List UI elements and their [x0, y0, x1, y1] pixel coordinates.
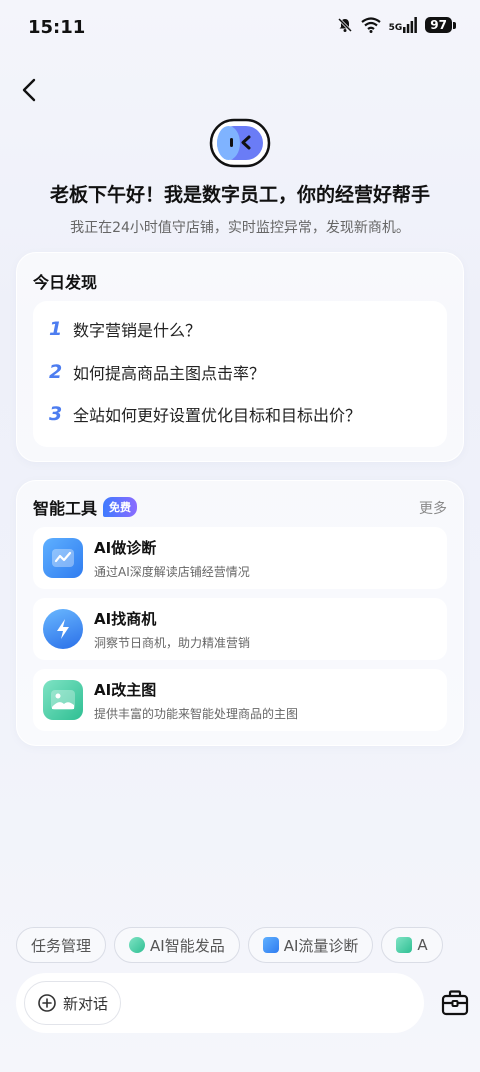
chart-diagnosis-icon — [43, 538, 83, 578]
chip-task-management[interactable]: 任务管理 — [16, 927, 107, 963]
greeting-subtitle: 我正在24小时值守店铺，实时监控异常，发现新商机。 — [70, 220, 410, 236]
new-chat-button[interactable]: 新对话 — [24, 981, 122, 1025]
tools-header: 智能工具 免费 — [33, 495, 138, 519]
question-text: 全站如何更好设置优化目标和目标出价？ — [73, 406, 362, 425]
today-discover-card: 今日发现 1 数字营销是什么？ 2 如何提高商品主图点击率？ 3 全站如何更好设… — [16, 252, 464, 462]
back-button[interactable] — [16, 74, 48, 106]
add-chat-icon — [38, 994, 56, 1012]
smart-tools-card: 智能工具 免费 更多 AI做诊断 通过AI深度解读店铺经营情况 AI找商机 洞察… — [16, 480, 464, 746]
wifi-icon — [360, 17, 381, 33]
question-item[interactable]: 2 如何提高商品主图点击率？ — [49, 360, 265, 384]
question-text: 如何提高商品主图点击率？ — [73, 364, 266, 383]
chip-label: AI智能发品 — [150, 936, 225, 955]
tool-name: AI做诊断 — [94, 539, 157, 557]
publish-icon — [129, 937, 146, 953]
chevron-left-icon — [22, 78, 36, 102]
toolbox-button[interactable] — [440, 988, 470, 1018]
discover-title: 今日发现 — [33, 273, 98, 292]
tool-name: AI改主图 — [94, 681, 157, 699]
chip-ai-image[interactable]: A — [381, 927, 443, 963]
tools-title: 智能工具 — [33, 499, 98, 518]
free-badge: 免费 — [103, 497, 138, 517]
question-number: 1 — [49, 318, 63, 340]
chart-diagnosis-icon — [262, 937, 279, 953]
digital-employee-logo — [209, 118, 271, 168]
battery-indicator: 97 — [425, 17, 456, 33]
question-item[interactable]: 1 数字营销是什么？ — [49, 317, 201, 341]
tool-ai-image[interactable]: AI改主图 提供丰富的功能来智能处理商品的主图 — [33, 669, 447, 731]
tool-desc: 提供丰富的功能来智能处理商品的主图 — [94, 707, 299, 721]
question-list: 1 数字营销是什么？ 2 如何提高商品主图点击率？ 3 全站如何更好设置优化目标… — [33, 301, 447, 447]
cell-signal-icon: 5G — [389, 17, 418, 33]
question-number: 3 — [49, 403, 63, 425]
briefcase-icon — [441, 990, 469, 1016]
status-time: 15:11 — [28, 17, 86, 38]
quick-action-chips: 任务管理 AI智能发品 AI流量诊断 A — [16, 927, 480, 963]
tool-ai-opportunity[interactable]: AI找商机 洞察节日商机，助力精准营销 — [33, 598, 447, 660]
tool-desc: 洞察节日商机，助力精准营销 — [94, 636, 251, 650]
chip-label: AI流量诊断 — [283, 936, 359, 955]
image-edit-icon — [396, 937, 413, 953]
chip-label: A — [417, 936, 428, 954]
question-number: 2 — [49, 361, 63, 383]
new-chat-label: 新对话 — [63, 994, 109, 1013]
status-bar: 15:11 5G 97 — [0, 0, 480, 56]
tool-desc: 通过AI深度解读店铺经营情况 — [94, 565, 250, 579]
image-edit-icon — [43, 680, 83, 720]
chip-ai-traffic[interactable]: AI流量诊断 — [247, 927, 374, 963]
question-text: 数字营销是什么？ — [73, 321, 202, 340]
more-link[interactable]: 更多 — [419, 498, 447, 518]
chip-ai-publish[interactable]: AI智能发品 — [114, 927, 240, 963]
lightning-icon — [43, 609, 83, 649]
question-item[interactable]: 3 全站如何更好设置优化目标和目标出价？ — [49, 402, 361, 426]
status-icons: 5G 97 — [337, 17, 456, 33]
greeting-title: 老板下午好！我是数字员工，你的经营好帮手 — [49, 184, 430, 206]
tool-ai-diagnosis[interactable]: AI做诊断 通过AI深度解读店铺经营情况 — [33, 527, 447, 589]
chip-label: 任务管理 — [31, 936, 92, 955]
tool-name: AI找商机 — [94, 610, 157, 628]
chat-input-bar[interactable]: 新对话 — [16, 973, 424, 1033]
mute-bell-icon — [337, 17, 352, 33]
